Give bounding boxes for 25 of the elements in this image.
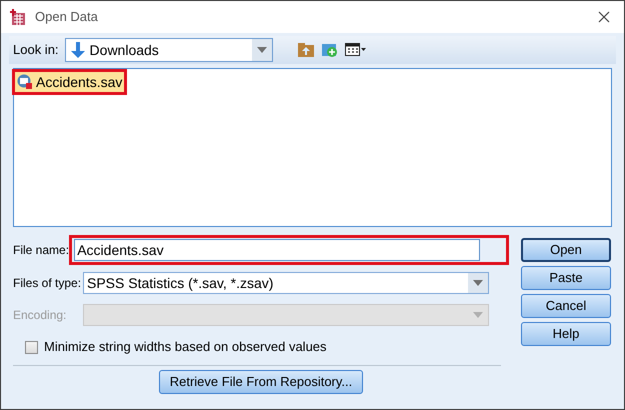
dialog-button[interactable]: Help	[521, 322, 611, 346]
retrieve-file-button[interactable]: Retrieve File From Repository...	[158, 370, 364, 394]
checkbox-label: Minimize string widths based on observed values	[44, 338, 327, 356]
dialog-button[interactable]: Open	[521, 238, 611, 262]
checkbox[interactable]	[25, 340, 38, 354]
files-of-type-label: Files of type:	[12, 275, 82, 292]
dropdown-arrow-icon[interactable]	[256, 47, 267, 53]
view-menu-icon[interactable]	[344, 43, 367, 57]
new-folder-icon[interactable]	[320, 41, 339, 59]
files-of-type-dropdown[interactable]: SPSS Statistics (*.sav, *.zsav)	[83, 272, 489, 294]
app-icon	[9, 8, 27, 26]
look-in-dropdown[interactable]: Downloads	[64, 38, 273, 62]
file-name-label: File name:	[12, 242, 70, 259]
close-icon[interactable]	[598, 11, 610, 23]
up-folder-icon[interactable]	[296, 42, 315, 58]
dialog-button[interactable]: Paste	[521, 266, 611, 290]
dropdown-arrow-icon[interactable]	[473, 280, 483, 286]
down-arrow-icon	[70, 41, 86, 59]
dialog-button[interactable]: Cancel	[521, 294, 611, 318]
window-title: Open Data	[35, 8, 98, 26]
look-in-label: Look in:	[13, 41, 59, 60]
encoding-label: Encoding:	[12, 307, 68, 324]
file-name-field[interactable]: Accidents.sav	[74, 239, 480, 261]
file-item[interactable]: Accidents.sav	[15, 72, 124, 92]
data-file-icon	[17, 74, 33, 90]
